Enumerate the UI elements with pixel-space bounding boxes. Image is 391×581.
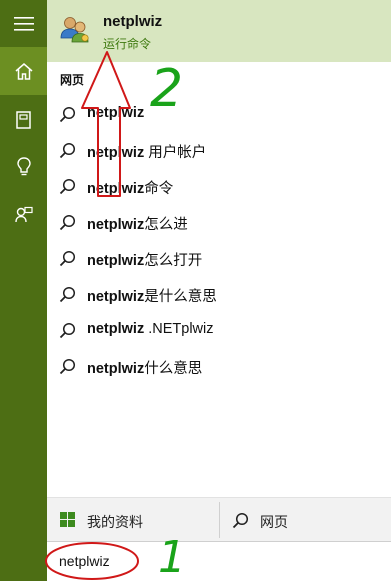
suggestion-item[interactable]: netplwiz什么意思 [47, 348, 391, 384]
my-stuff-button[interactable]: 我的资料 [47, 498, 219, 542]
search-icon [59, 250, 76, 267]
suggestion-item[interactable]: netplwiz怎么打开 [47, 240, 391, 276]
suggestion-text: netplwiz怎么打开 [87, 253, 203, 269]
best-match-result[interactable]: netplwiz 运行命令 [47, 0, 391, 62]
suggestion-item[interactable]: netplwiz怎么进 [47, 204, 391, 240]
search-icon [59, 286, 76, 303]
users-accounts-icon [60, 17, 89, 43]
suggestion-text: netplwiz什么意思 [87, 361, 203, 377]
suggestion-text: netplwiz .NETplwiz [87, 321, 214, 337]
suggestion-item[interactable]: netplwiz .NETplwiz [47, 312, 391, 348]
windows-logo-icon [60, 512, 75, 527]
search-input[interactable]: netplwiz [47, 541, 391, 581]
menu-button[interactable] [0, 0, 47, 47]
web-suggestions-list: netplwiz netplwiz 用户帐户 netplwiz命令 netplw… [47, 96, 391, 384]
search-icon [59, 178, 76, 195]
suggestion-item[interactable]: netplwiz是什么意思 [47, 276, 391, 312]
search-icon [59, 214, 76, 231]
suggestion-text: netplwiz [87, 105, 145, 121]
hamburger-icon [13, 16, 34, 31]
suggestion-text: netplwiz 用户帐户 [87, 145, 207, 161]
feedback-button[interactable] [0, 191, 47, 238]
search-icon [59, 358, 76, 375]
suggestion-item[interactable]: netplwiz [47, 96, 391, 132]
feedback-icon [14, 206, 33, 222]
search-icon [59, 322, 76, 339]
lightbulb-icon [16, 157, 31, 176]
suggestion-text: netplwiz命令 [87, 181, 174, 197]
my-stuff-label: 我的资料 [87, 514, 143, 530]
suggestion-text: netplwiz是什么意思 [87, 289, 217, 305]
reminders-button[interactable] [0, 143, 47, 190]
home-icon [15, 62, 32, 80]
home-button[interactable] [0, 47, 47, 95]
suggestion-item[interactable]: netplwiz 用户帐户 [47, 132, 391, 168]
best-match-title: netplwiz [103, 13, 163, 30]
search-scope-bar: 我的资料 网页 [47, 497, 391, 541]
search-icon [59, 106, 76, 123]
suggestion-item[interactable]: netplwiz命令 [47, 168, 391, 204]
web-search-button[interactable]: 网页 [220, 498, 391, 542]
suggestion-text: netplwiz怎么进 [87, 217, 188, 233]
best-match-subtitle: 运行命令 [103, 37, 152, 51]
search-input-value: netplwiz [59, 553, 110, 569]
left-rail [0, 0, 47, 581]
search-icon [59, 142, 76, 159]
web-section-label: 网页 [60, 73, 85, 87]
web-search-label: 网页 [260, 514, 288, 530]
notebook-button[interactable] [0, 96, 47, 143]
notebook-icon [16, 110, 31, 129]
search-icon [232, 512, 249, 529]
